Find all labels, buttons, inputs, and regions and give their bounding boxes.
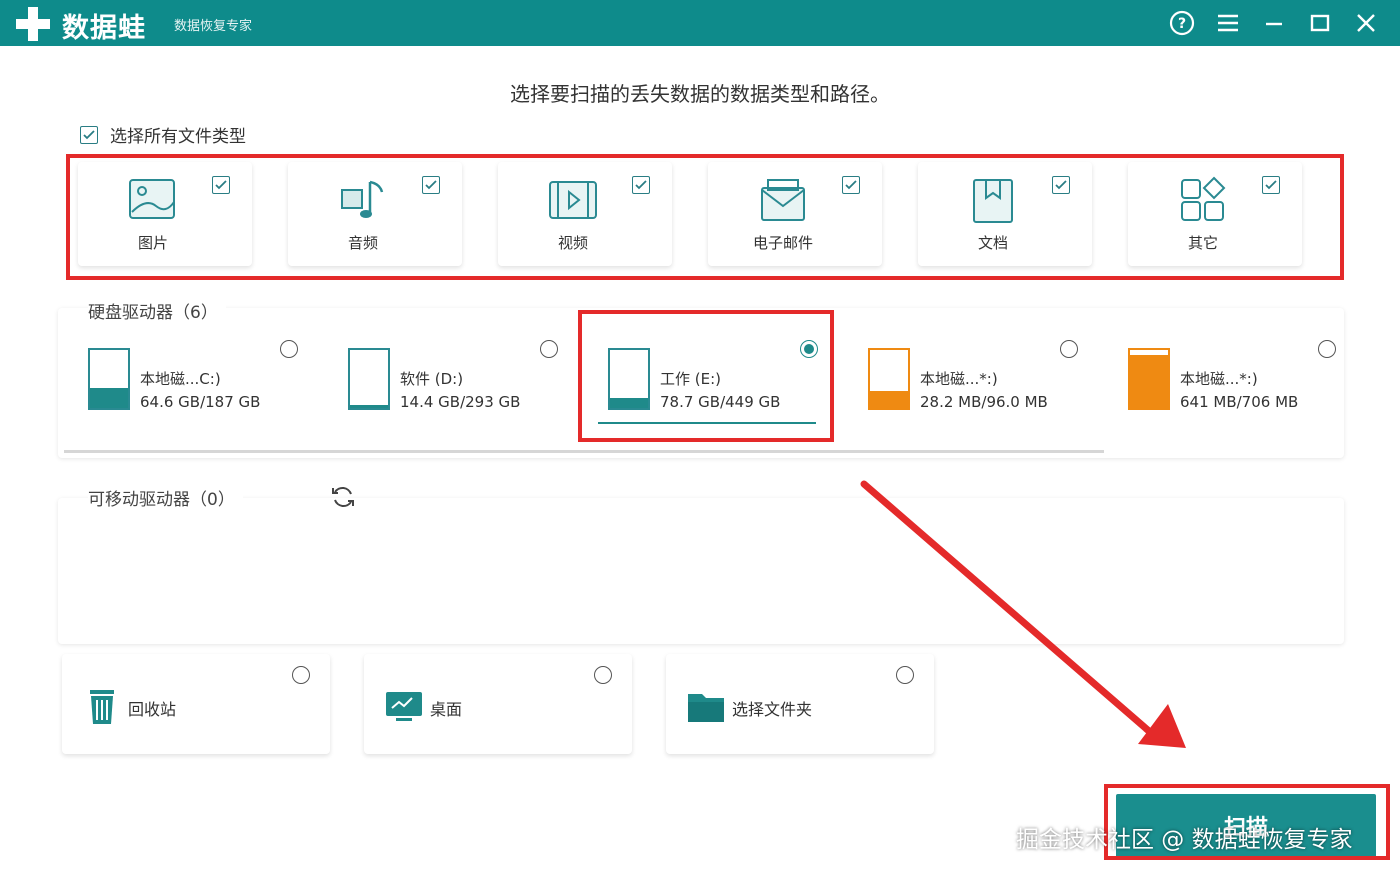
drive-usage-fill (1130, 355, 1168, 408)
select-all-row[interactable]: 选择所有文件类型 (80, 122, 246, 147)
select-all-checkbox[interactable] (80, 125, 98, 144)
check-icon (1265, 180, 1277, 190)
file-type-other[interactable]: 其它 (1128, 162, 1302, 266)
location-label: 选择文件夹 (732, 700, 813, 719)
maximize-icon (1310, 14, 1330, 32)
check-icon (83, 129, 95, 139)
maximize-button[interactable] (1300, 6, 1340, 40)
drive-radio[interactable] (1060, 340, 1078, 358)
document-checkbox[interactable] (1052, 176, 1070, 194)
minimize-button[interactable] (1254, 6, 1294, 40)
file-type-label: 图片 (137, 234, 168, 252)
file-type-label: 电子邮件 (752, 234, 813, 252)
drive-name: 本地磁...*:) (1180, 370, 1258, 388)
image-checkbox[interactable] (212, 176, 230, 194)
refresh-icon[interactable] (330, 484, 356, 510)
file-type-email[interactable]: 电子邮件 (708, 162, 882, 266)
check-icon (425, 180, 437, 190)
removable-title: 可移动驱动器（0） (88, 485, 243, 510)
audio-checkbox[interactable] (422, 176, 440, 194)
file-type-label: 音频 (347, 234, 378, 252)
help-icon: ? (1169, 10, 1195, 36)
watermark-text: 掘金技术社区 @ 数据蛙恢复专家 (1016, 827, 1353, 853)
drive-usage-fill (870, 391, 908, 408)
location-desktop[interactable]: 桌面 (364, 654, 632, 754)
file-type-document[interactable]: 文档 (918, 162, 1092, 266)
recycle-bin-icon (90, 690, 114, 724)
drive-radio[interactable] (280, 340, 298, 358)
drive-icon (88, 348, 130, 410)
location-folder[interactable]: 选择文件夹 (666, 654, 934, 754)
location-recycle-bin[interactable]: 回收站 (62, 654, 330, 754)
drive-size: 28.2 MB/96.0 MB (920, 393, 1048, 411)
check-icon (845, 180, 857, 190)
drive-icon (868, 348, 910, 410)
select-all-label: 选择所有文件类型 (110, 127, 246, 147)
check-icon (635, 180, 647, 190)
image-icon (129, 179, 175, 219)
file-type-label: 视频 (557, 234, 588, 252)
folder-icon (688, 694, 724, 722)
drive-name: 本地磁...*:) (920, 370, 998, 388)
drive-item[interactable]: 本地磁...C:) 64.6 GB/187 GB (58, 308, 308, 411)
drive-name: 软件 (D:) (400, 370, 464, 388)
drive-item[interactable]: 软件 (D:) 14.4 GB/293 GB (318, 308, 568, 411)
other-icon (1181, 176, 1226, 221)
drives-scrollbar[interactable] (64, 450, 1104, 453)
file-type-video[interactable]: 视频 (498, 162, 672, 266)
file-type-list: 图片 音频 视频 电子邮件 文档 其它 (72, 162, 1336, 270)
drive-radio[interactable] (1318, 340, 1336, 358)
video-icon (549, 181, 597, 219)
location-label: 桌面 (430, 700, 463, 719)
help-button[interactable]: ? (1162, 6, 1202, 40)
removable-panel (58, 498, 1344, 644)
check-icon (215, 180, 227, 190)
drive-item[interactable]: 本地磁...*:) 28.2 MB/96.0 MB (838, 308, 1088, 411)
location-radio[interactable] (594, 666, 612, 684)
file-type-label: 其它 (1187, 234, 1218, 252)
video-checkbox[interactable] (632, 176, 650, 194)
minimize-icon (1266, 22, 1282, 26)
document-icon (973, 179, 1013, 223)
location-label: 回收站 (128, 700, 177, 719)
drive-icon (348, 348, 390, 410)
drive-size: 641 MB/706 MB (1180, 393, 1299, 411)
drive-name: 本地磁...C:) (140, 370, 221, 388)
close-button[interactable] (1346, 6, 1386, 40)
svg-text:?: ? (1178, 16, 1186, 32)
file-type-label: 文档 (977, 234, 1008, 252)
menu-button[interactable] (1208, 6, 1248, 40)
location-radio[interactable] (896, 666, 914, 684)
email-checkbox[interactable] (842, 176, 860, 194)
close-icon (1357, 14, 1375, 32)
file-type-audio[interactable]: 音频 (288, 162, 462, 266)
drive-usage-fill (90, 387, 128, 408)
window-controls: ? (1162, 6, 1386, 40)
logo-cross-icon (16, 7, 50, 41)
desktop-icon (386, 692, 422, 721)
drive-size: 64.6 GB/187 GB (140, 393, 261, 411)
menu-icon (1218, 14, 1238, 32)
other-checkbox[interactable] (1262, 176, 1280, 194)
drive-icon (1128, 348, 1170, 410)
audio-icon (341, 180, 384, 218)
drive-usage-fill (350, 405, 388, 408)
drive-size: 14.4 GB/293 GB (400, 393, 521, 411)
app-name: 数据蛙 (62, 13, 146, 44)
file-type-image[interactable]: 图片 (78, 162, 252, 266)
annotation-box-drive (578, 310, 834, 442)
app-subtitle: 数据恢复专家 (174, 19, 253, 34)
check-icon (1055, 180, 1067, 190)
page-heading: 选择要扫描的丢失数据的数据类型和路径。 (510, 82, 890, 106)
location-radio[interactable] (292, 666, 310, 684)
title-bar: 数据蛙 数据恢复专家 ? (0, 0, 1400, 46)
drive-item[interactable]: 本地磁...*:) 641 MB/706 MB (1098, 308, 1348, 411)
email-icon (761, 179, 805, 221)
drive-radio[interactable] (540, 340, 558, 358)
